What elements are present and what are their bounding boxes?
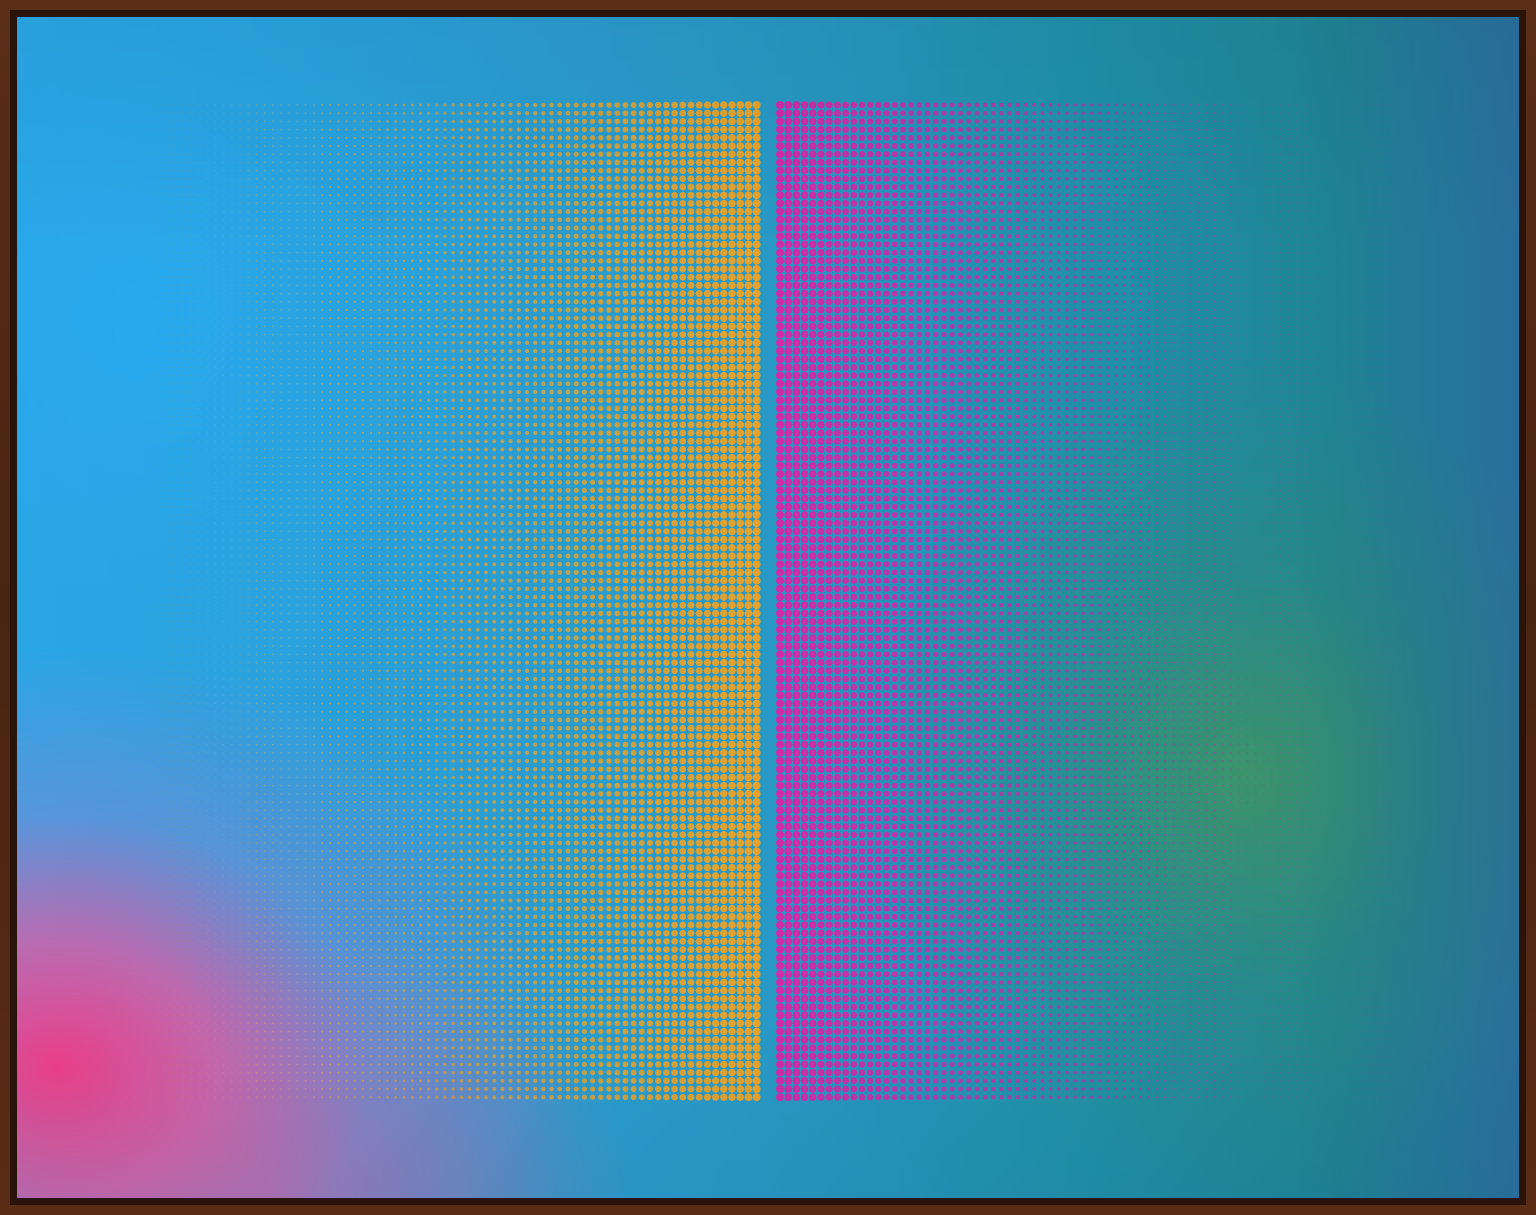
left-dot-panel xyxy=(117,101,761,1101)
right-dot-panel xyxy=(776,101,1404,1101)
wooden-frame xyxy=(0,0,1536,1215)
halftone-dot-panels xyxy=(17,17,1519,1198)
painting-canvas xyxy=(17,17,1519,1198)
